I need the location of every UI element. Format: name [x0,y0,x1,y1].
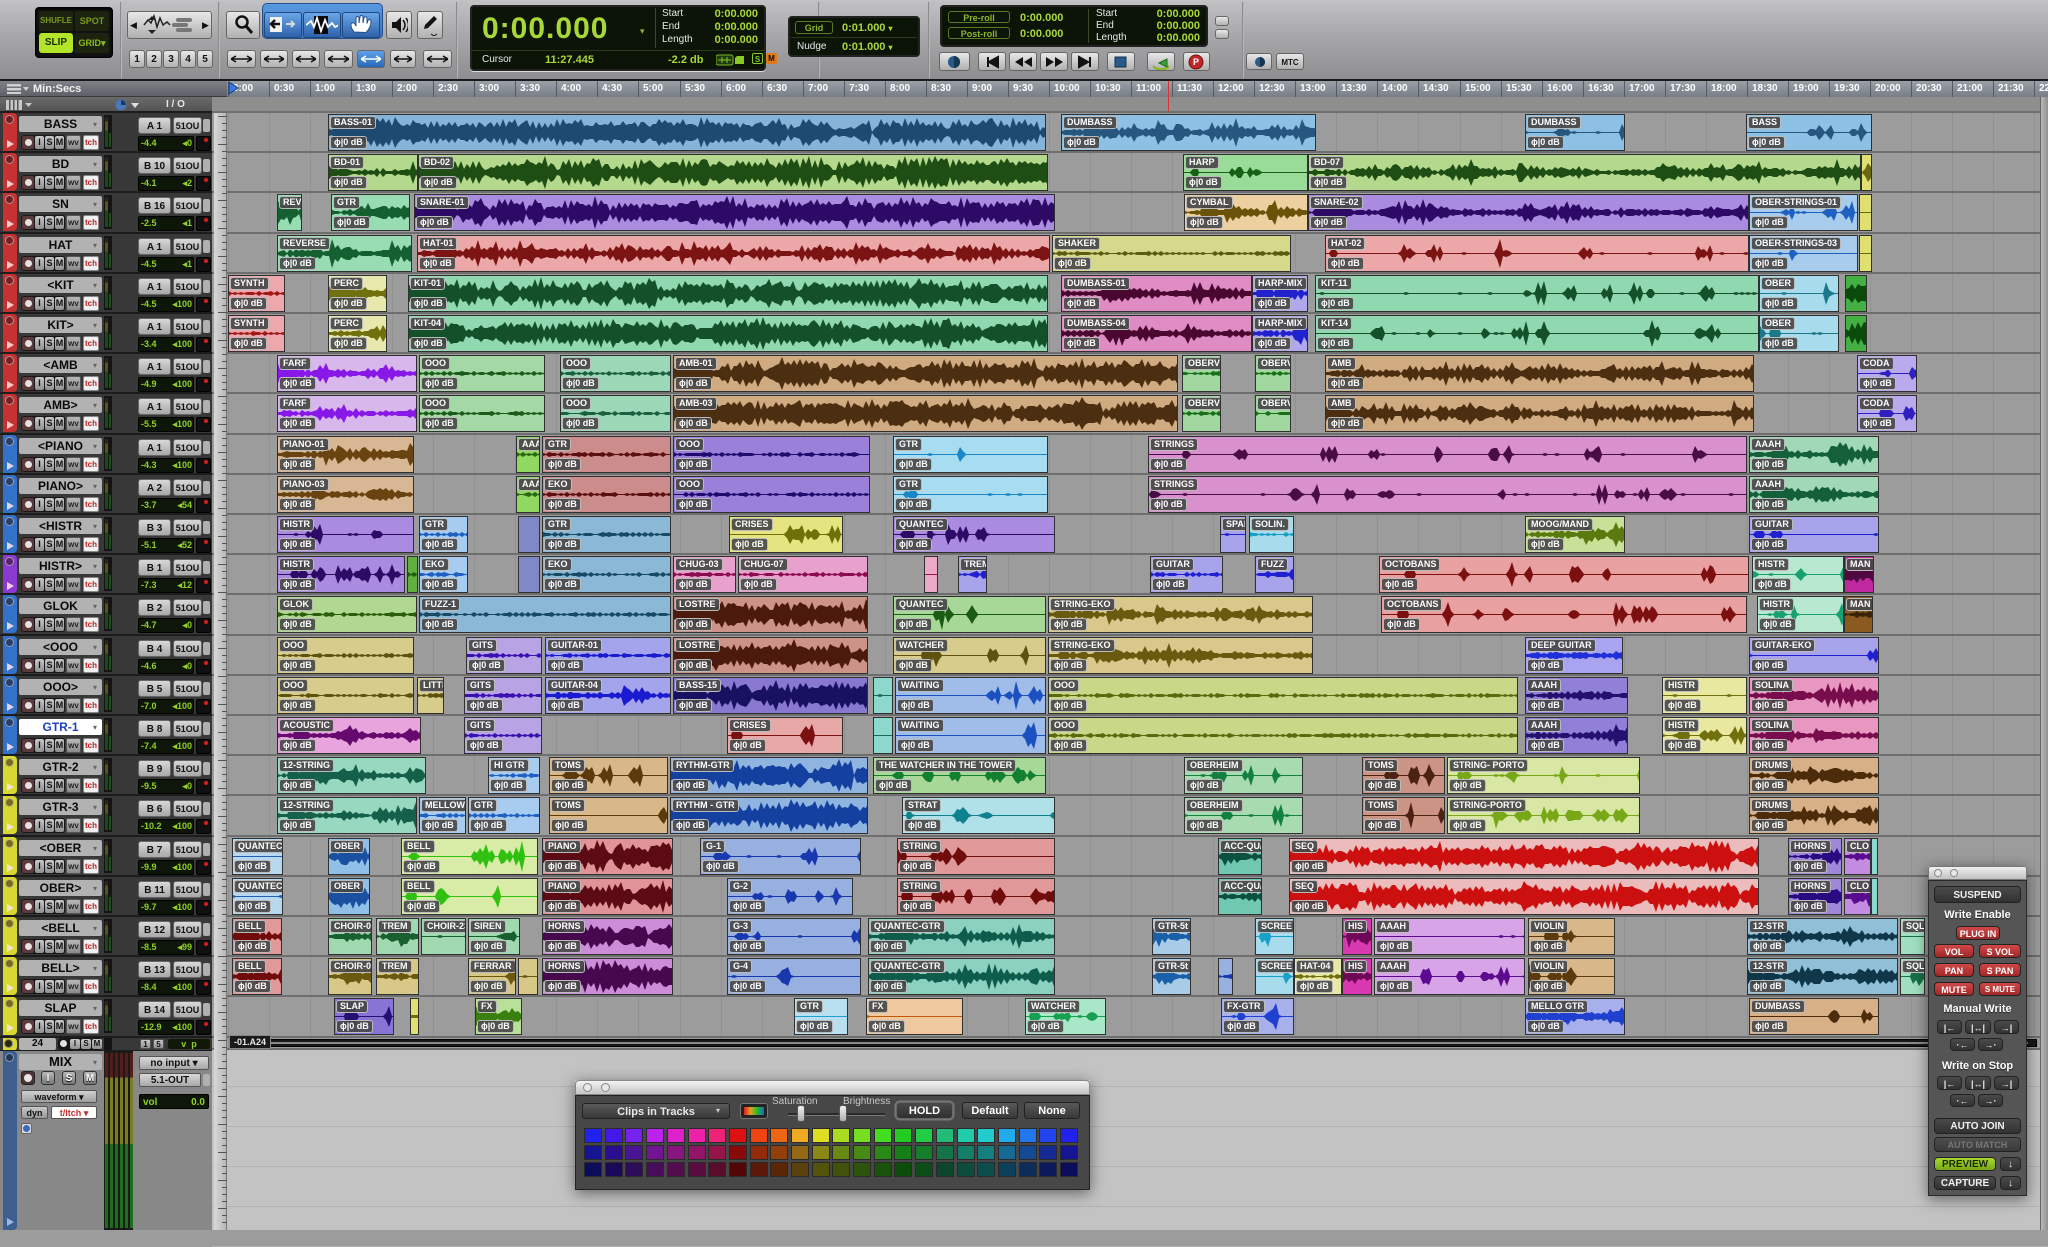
svg-text:P: P [1193,57,1199,67]
